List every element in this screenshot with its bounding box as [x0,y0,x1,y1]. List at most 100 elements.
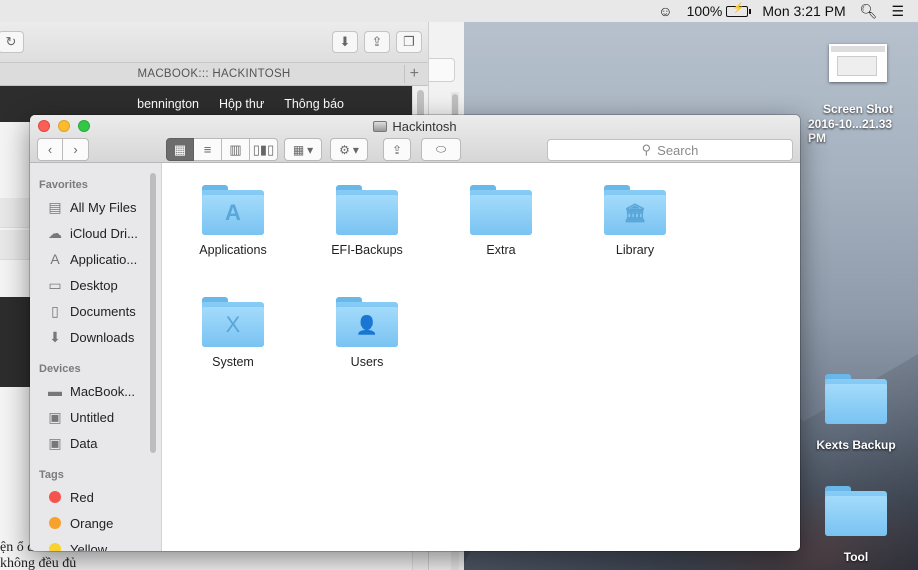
finder-titlebar: Hackintosh ‹ › ▦ ≡ ▥ ▯▮▯ ▦ ▾ ⚙ ▾ ⇪ ⬭ ⚲ Sea… [30,115,800,163]
documents-icon: ▯ [51,302,59,319]
sidebar-item-icloud-drive[interactable]: ☁ iCloud Dri... [46,222,138,244]
sidebar-item-all-my-files[interactable]: ▤ All My Files [46,196,136,218]
tabs-overview-icon[interactable]: ❐ [396,31,422,53]
arrange-button[interactable]: ▦ ▾ [284,138,322,161]
applications-folder-icon: A [202,185,264,235]
desktop-item-sublabel: 2016-10...21.33 PM [808,117,893,145]
file-item-label: EFI-Backups [331,243,403,257]
sidebar-scrollbar[interactable] [150,173,156,453]
folder-icon [470,185,532,235]
file-item-users[interactable]: 👤 Users [307,297,427,369]
screenshot-file-icon [829,44,887,82]
site-nav-user[interactable]: bennington [137,97,199,111]
tag-dot-icon [49,543,61,551]
menubar-clock[interactable]: Mon 3:21 PM [762,3,845,19]
window-title-text: Hackintosh [392,119,457,134]
desktop-item-kexts-backup[interactable]: Kexts Backup [806,374,906,452]
list-view-icon[interactable]: ≡ [194,138,222,161]
tag-dot-icon [49,517,61,529]
sidebar-item-untitled[interactable]: ▣ Untitled [46,406,114,428]
finder-window: Hackintosh ‹ › ▦ ≡ ▥ ▯▮▯ ▦ ▾ ⚙ ▾ ⇪ ⬭ ⚲ Sea… [30,115,800,551]
sidebar-item-label: Downloads [70,329,135,345]
battery-percent: 100% [686,3,723,19]
desktop-item-label: Tool [843,550,869,564]
file-item-library[interactable]: 🏛 Library [575,185,695,257]
spotlight-icon[interactable]: 🔍︎ [860,3,878,20]
sidebar-item-label: iCloud Dri... [70,225,138,241]
user-icon[interactable]: ☺ [658,3,672,19]
column-view-icon[interactable]: ▥ [222,138,250,161]
downloads-button-icon[interactable]: ⬇ [332,31,358,53]
gear-icon: ⚙ [339,142,350,157]
share-icon[interactable]: ⇪ [364,31,390,53]
library-folder-icon: 🏛 [604,185,666,235]
file-item-label: Users [350,355,384,369]
sidebar-item-macbook[interactable]: ▬ MacBook... [46,380,135,402]
sidebar-item-label: Red [70,489,94,505]
new-tab-icon[interactable]: + [404,65,424,83]
browser-toolbar: ↻ ⬇ ⇪ ❐ [0,22,428,62]
site-nav-inbox[interactable]: Hộp thư [219,97,264,111]
sidebar-item-label: Desktop [70,277,118,293]
action-button[interactable]: ⚙ ▾ [330,138,368,161]
tags-button[interactable]: ⬭ [421,138,461,161]
menu-bar: ☺ 100% Mon 3:21 PM 🔍︎ ☰ [0,0,918,22]
sidebar-item-data[interactable]: ▣ Data [46,432,97,454]
sidebar-tag-orange[interactable]: Orange [46,512,113,534]
site-nav-notifications[interactable]: Thông báo [284,97,344,111]
file-item-efi-backups[interactable]: EFI-Backups [307,185,427,257]
cloud-icon: ☁ [48,224,62,241]
search-icon: ⚲ [641,142,652,157]
search-placeholder: Search [657,142,699,158]
notification-center-icon[interactable]: ☰ [891,3,904,20]
all-files-icon: ▤ [48,198,62,215]
forward-button[interactable]: › [63,138,89,161]
sidebar-item-label: Orange [70,515,114,531]
back-forward-control: ‹ › [37,138,89,161]
file-item-extra[interactable]: Extra [441,185,561,257]
battery-status[interactable]: 100% [686,3,752,19]
desktop-item-tool[interactable]: Tool [806,486,906,564]
back-button[interactable]: ‹ [37,138,63,161]
battery-icon [726,3,752,17]
sidebar-item-downloads[interactable]: ⬇ Downloads [46,326,134,348]
sidebar-item-label: Applicatio... [70,251,138,267]
sidebar-item-label: MacBook... [70,383,136,399]
hard-disk-icon [373,121,388,132]
arrange-icon: ▦ [292,142,305,157]
file-item-label: Extra [486,243,516,257]
downloads-icon: ⬇ [49,328,61,345]
desktop-item-screenshot[interactable]: Screen Shot 2016-10...21.33 PM [808,44,908,145]
sidebar-tag-yellow[interactable]: Yellow [46,538,107,551]
sidebar-item-documents[interactable]: ▯ Documents [46,300,136,322]
sidebar-item-desktop[interactable]: ▭ Desktop [46,274,118,296]
desktop-item-label: Screen Shot [822,102,894,116]
sidebar-item-label: Yellow [70,541,108,552]
folder-icon [825,486,887,536]
desktop-icon: ▭ [48,276,62,293]
file-item-label: System [212,355,254,369]
window-title: Hackintosh [30,119,800,134]
reload-icon[interactable]: ↻ [0,31,24,53]
sidebar-tag-red[interactable]: Red [46,486,94,508]
cover-flow-icon[interactable]: ▯▮▯ [250,138,278,161]
share-icon: ⇪ [391,142,403,157]
disk-icon: ▣ [48,434,62,451]
file-item-system[interactable]: X System [173,297,293,369]
file-item-applications[interactable]: A Applications [173,185,293,257]
share-button[interactable]: ⇪ [383,138,411,161]
browser-tab[interactable]: MACBOOK::: HACKINTOSH + [0,62,428,86]
system-folder-icon: X [202,297,264,347]
chevron-down-icon: ▾ [352,142,359,157]
sidebar-item-label: Documents [70,303,136,319]
sidebar-item-applications[interactable]: A Applicatio... [46,248,137,270]
folder-icon [825,374,887,424]
search-field[interactable]: ⚲ Search [547,139,793,161]
file-item-label: Applications [199,243,267,257]
finder-content: A Applications EFI-Backups Extra 🏛 Libra… [163,163,800,551]
applications-icon: A [50,251,60,267]
laptop-icon: ▬ [48,383,62,399]
view-mode-control: ▦ ≡ ▥ ▯▮▯ [166,138,278,161]
sidebar-item-label: Data [70,435,98,451]
icon-view-icon[interactable]: ▦ [166,138,194,161]
